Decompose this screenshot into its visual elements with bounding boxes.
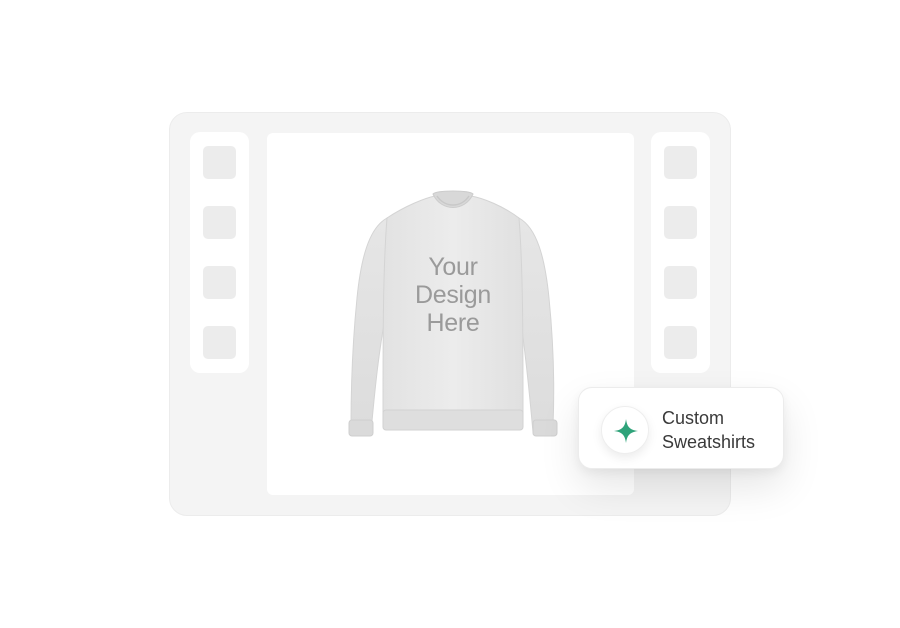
left-thumbnail-rail <box>190 132 249 373</box>
design-text-line: Design <box>414 281 492 309</box>
thumbnail[interactable] <box>203 326 236 359</box>
thumbnail[interactable] <box>203 206 236 239</box>
badge-icon-circle <box>601 406 649 454</box>
thumbnail[interactable] <box>664 326 697 359</box>
thumbnail[interactable] <box>203 266 236 299</box>
thumbnail[interactable] <box>664 266 697 299</box>
badge-label: Custom Sweatshirts <box>662 406 780 454</box>
sparkle-icon <box>614 419 638 443</box>
badge-label-line1: Custom <box>662 408 725 428</box>
design-text-line: Your <box>428 253 478 281</box>
thumbnail[interactable] <box>664 206 697 239</box>
stage: Your Design Here Custom Sweatshirts <box>0 0 900 628</box>
thumbnail[interactable] <box>203 146 236 179</box>
right-thumbnail-rail <box>651 132 710 373</box>
design-placeholder-text: Your Design Here <box>373 253 533 337</box>
thumbnail[interactable] <box>664 146 697 179</box>
badge-label-line2: Sweatshirts <box>662 432 756 452</box>
custom-sweatshirts-badge[interactable]: Custom Sweatshirts <box>578 387 784 469</box>
design-text-line: Here <box>426 309 480 337</box>
